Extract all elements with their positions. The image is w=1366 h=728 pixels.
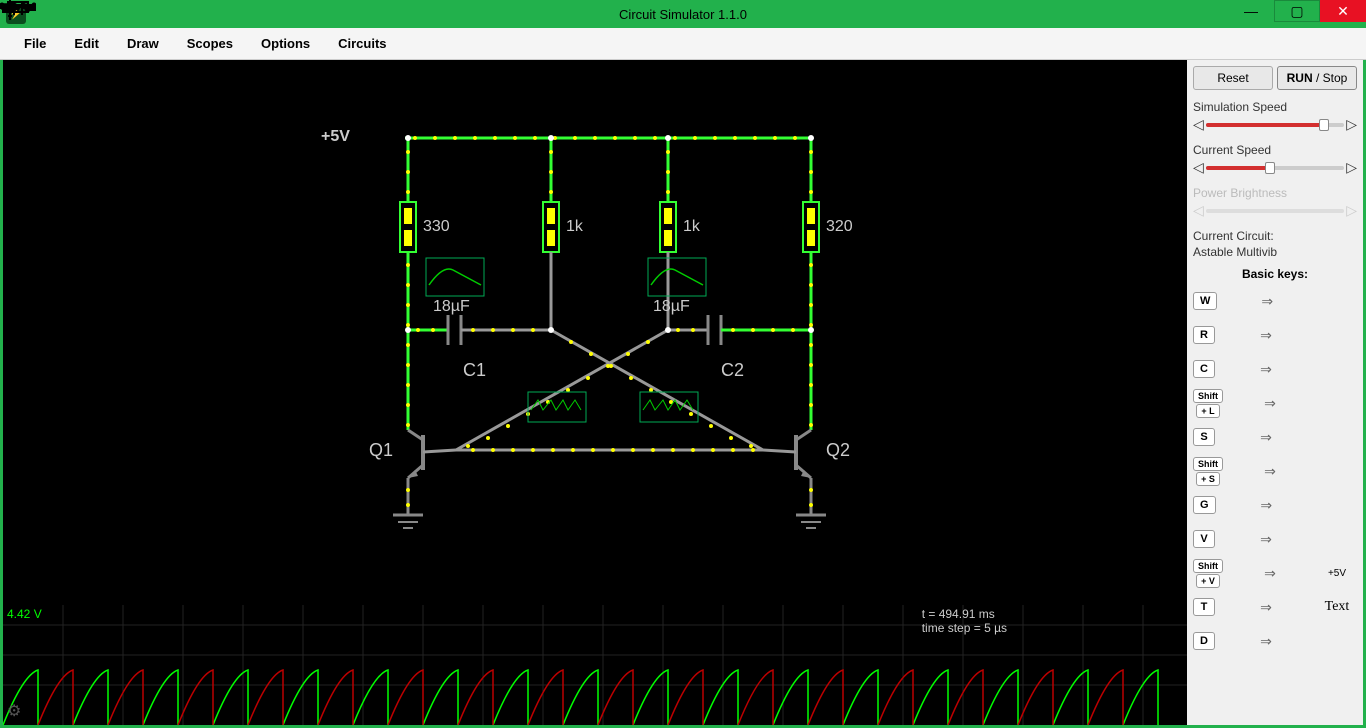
slider-left-icon[interactable]: ◁	[1193, 116, 1204, 133]
arrow-icon: ⇒	[1260, 531, 1272, 548]
gear-icon[interactable]: ⚙	[7, 701, 21, 721]
run-label: RUN	[1287, 71, 1313, 85]
arrow-icon: ⇒	[1261, 293, 1273, 310]
key-shift-s-badge: Shift+ S	[1193, 457, 1223, 486]
slider-track	[1206, 209, 1344, 213]
key-ground: G ⇒	[1193, 491, 1357, 519]
minimize-button[interactable]: —	[1228, 0, 1274, 22]
q1-label: Q1	[369, 440, 393, 461]
key-dc-voltage: Shift+ V ⇒ +5V	[1193, 559, 1357, 587]
slider-right-icon[interactable]: ▷	[1346, 159, 1357, 176]
menubar: File Edit Draw Scopes Options Circuits	[0, 28, 1366, 60]
key-shift-l-badge: Shift+ L	[1193, 389, 1223, 418]
scope-waveform	[3, 605, 1187, 725]
voltage-label: +5V	[321, 128, 350, 146]
menu-scopes[interactable]: Scopes	[173, 30, 247, 57]
window-title: Circuit Simulator 1.1.0	[619, 7, 747, 22]
menu-circuits[interactable]: Circuits	[324, 30, 400, 57]
keys-table: W ⇒ R ⇒ C ⇒ Shift+ L ⇒ S ⇒	[1193, 287, 1357, 661]
sim-speed-label: Simulation Speed	[1193, 100, 1357, 114]
key-t-badge: T	[1193, 598, 1215, 616]
reset-button[interactable]: Reset	[1193, 66, 1273, 90]
slider-right-icon[interactable]: ▷	[1346, 116, 1357, 133]
c1-label: C1	[463, 360, 486, 381]
key-c-badge: C	[1193, 360, 1215, 378]
menu-edit[interactable]: Edit	[60, 30, 113, 57]
menu-file[interactable]: File	[10, 30, 60, 57]
key-r-badge: R	[1193, 326, 1215, 344]
key-w-badge: W	[1193, 292, 1217, 310]
arrow-icon: ⇒	[1260, 429, 1272, 446]
r3-value: 1k	[683, 218, 700, 236]
stop-label: Stop	[1323, 71, 1348, 85]
key-shift-v-badge: Shift+ V	[1193, 559, 1223, 588]
key-wire: W ⇒	[1193, 287, 1357, 315]
arrow-icon: ⇒	[1260, 599, 1272, 616]
circuit-diagram	[3, 60, 1187, 600]
key-voltage: V ⇒	[1193, 525, 1357, 553]
close-button[interactable]: ✕	[1320, 0, 1366, 22]
arrow-icon: ⇒	[1264, 565, 1276, 582]
power-brightness-slider: ◁ ▷	[1193, 202, 1357, 219]
window-controls: — ▢ ✕	[1228, 0, 1366, 22]
current-speed-slider[interactable]: ◁ ▷	[1193, 159, 1357, 176]
circuit-canvas[interactable]: +5V 330 1k 1k 320 18µF 18µF C1 C2 Q1 Q2 …	[3, 60, 1187, 725]
slider-right-icon: ▷	[1346, 202, 1357, 219]
maximize-button[interactable]: ▢	[1274, 0, 1320, 22]
current-circuit-label: Current Circuit:	[1193, 229, 1357, 243]
sim-speed-slider[interactable]: ◁ ▷	[1193, 116, 1357, 133]
scope-timestep: time step = 5 µs	[922, 621, 1007, 635]
power-brightness-label: Power Brightness	[1193, 186, 1357, 200]
key-g-badge: G	[1193, 496, 1216, 514]
key-d-badge: D	[1193, 632, 1215, 650]
arrow-icon: ⇒	[1264, 463, 1276, 480]
scope-voltage: 4.42 V	[7, 607, 42, 621]
key-diode: D ⇒	[1193, 627, 1357, 655]
scope-time: t = 494.91 ms	[922, 607, 1007, 621]
q2-label: Q2	[826, 440, 850, 461]
c1-value: 18µF	[433, 298, 470, 316]
current-circuit-name: Astable Multivib	[1193, 245, 1357, 259]
slider-left-icon: ◁	[1193, 202, 1204, 219]
current-speed-label: Current Speed	[1193, 143, 1357, 157]
r4-value: 320	[826, 218, 853, 236]
dc-voltage-icon: +5V	[1317, 568, 1357, 579]
key-capacitor: C ⇒	[1193, 355, 1357, 383]
slider-left-icon[interactable]: ◁	[1193, 159, 1204, 176]
r2-value: 1k	[566, 218, 583, 236]
key-text: T ⇒ Text	[1193, 593, 1357, 621]
run-stop-button[interactable]: RUN / Stop	[1277, 66, 1357, 90]
key-inductor: Shift+ L ⇒	[1193, 389, 1357, 417]
arrow-icon: ⇒	[1264, 395, 1276, 412]
arrow-icon: ⇒	[1260, 497, 1272, 514]
slider-track[interactable]	[1206, 123, 1344, 127]
sidebar: Reset RUN / Stop Simulation Speed ◁ ▷ Cu…	[1187, 60, 1363, 725]
arrow-icon: ⇒	[1260, 327, 1272, 344]
r1-value: 330	[423, 218, 450, 236]
key-resistor: R ⇒	[1193, 321, 1357, 349]
slider-track[interactable]	[1206, 166, 1344, 170]
arrow-icon: ⇒	[1260, 633, 1272, 650]
menu-options[interactable]: Options	[247, 30, 324, 57]
arrow-icon: ⇒	[1260, 361, 1272, 378]
scope-time-info: t = 494.91 ms time step = 5 µs	[922, 607, 1007, 635]
key-s-badge: S	[1193, 428, 1215, 446]
key-switch-closed: Shift+ S ⇒	[1193, 457, 1357, 485]
c2-value: 18µF	[653, 298, 690, 316]
c2-label: C2	[721, 360, 744, 381]
basic-keys-title: Basic keys:	[1193, 267, 1357, 281]
menu-draw[interactable]: Draw	[113, 30, 173, 57]
text-icon: Text	[1317, 599, 1357, 615]
key-v-badge: V	[1193, 530, 1215, 548]
scope-area: 4.42 V t = 494.91 ms time step = 5 µs ⚙	[3, 605, 1187, 725]
titlebar: ⚡ Circuit Simulator 1.1.0 — ▢ ✕	[0, 0, 1366, 28]
key-switch-open: S ⇒	[1193, 423, 1357, 451]
